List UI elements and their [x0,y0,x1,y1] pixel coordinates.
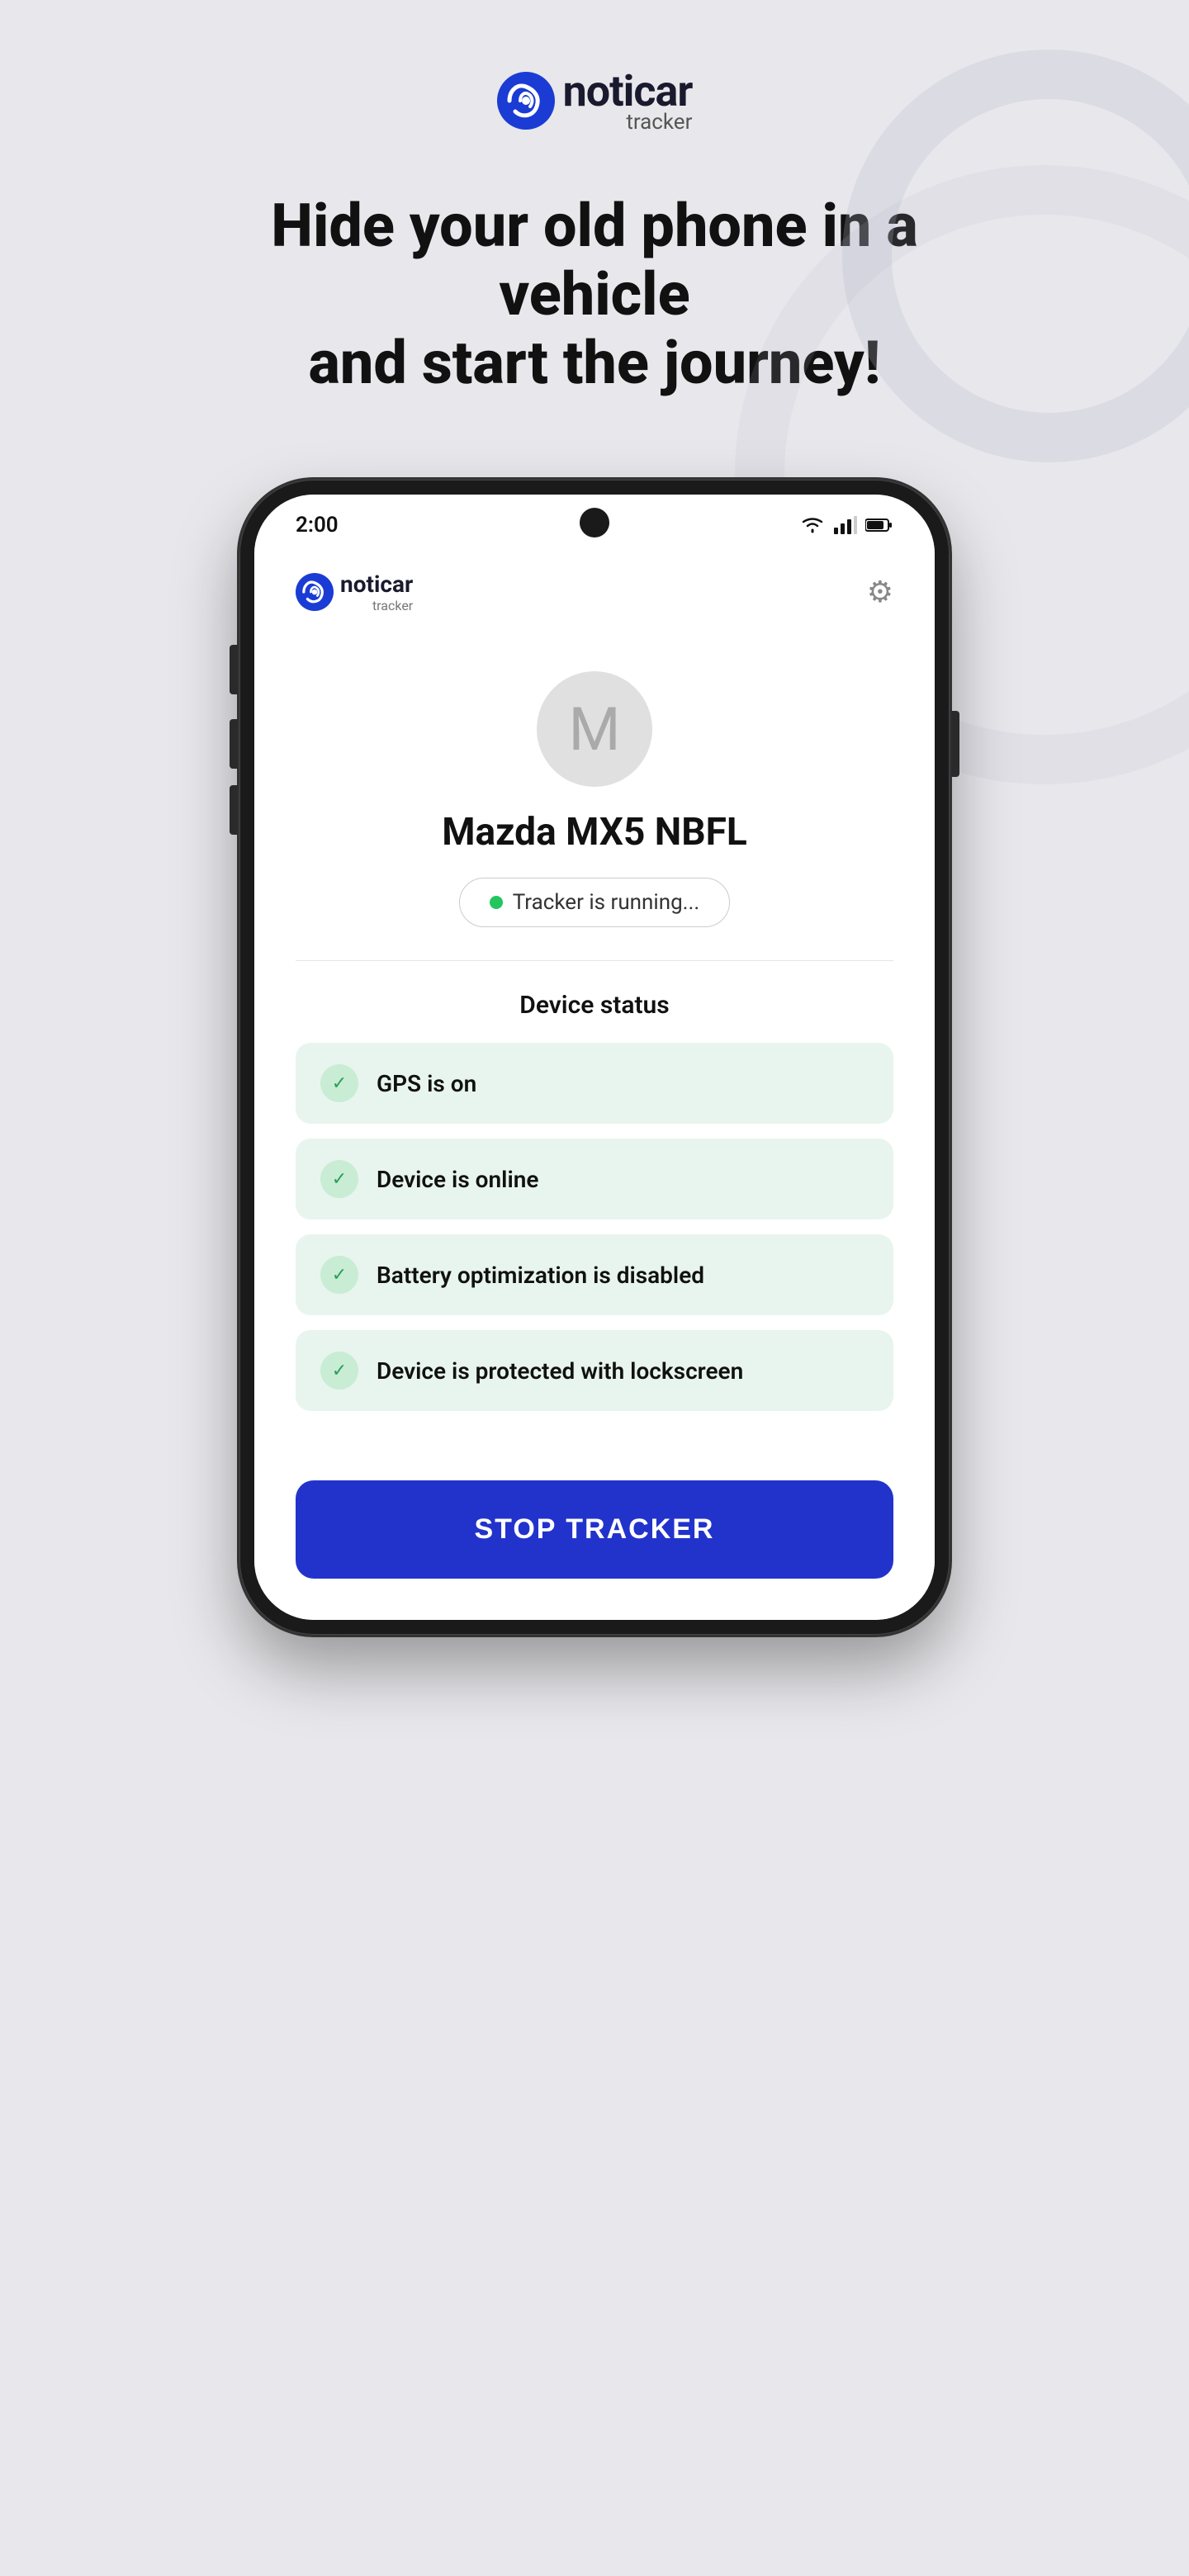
status-item-text-battery: Battery optimization is disabled [377,1262,704,1289]
stop-section: STOP TRACKER [254,1451,935,1620]
status-item-online: ✓ Device is online [296,1139,893,1219]
noticar-logo-icon [497,72,555,130]
device-status-title: Device status [296,991,893,1020]
phone-mockup: 2:00 [239,480,950,1635]
top-logo-brand: noticar [563,66,693,116]
app-header: noticar tracker ⚙ [254,546,935,638]
status-time: 2:00 [296,513,339,537]
status-check-online: ✓ [320,1160,358,1198]
signal-icon [834,516,857,534]
status-item-lockscreen: ✓ Device is protected with lockscreen [296,1330,893,1411]
top-logo-sub: tracker [626,110,692,135]
top-logo: noticar tracker [497,66,693,135]
battery-icon [865,518,893,533]
stop-tracker-button[interactable]: STOP TRACKER [296,1480,893,1579]
tracker-status-badge: Tracker is running... [459,878,730,927]
status-item-text-online: Device is online [377,1166,538,1193]
wifi-icon [799,515,826,535]
status-item-battery: ✓ Battery optimization is disabled [296,1234,893,1315]
camera-notch [580,508,609,537]
tracker-status-text: Tracker is running... [513,890,699,915]
settings-icon[interactable]: ⚙ [867,575,893,609]
vehicle-avatar: M [537,671,652,787]
status-icons [799,515,893,535]
headline: Hide your old phone in a vehicle and sta… [99,192,1090,397]
status-item-gps: ✓ GPS is on [296,1043,893,1124]
device-status-section: Device status ✓ GPS is on ✓ Device is on… [254,961,935,1451]
tracker-running-dot [490,896,503,909]
status-item-text-lockscreen: Device is protected with lockscreen [377,1357,743,1385]
app-logo-icon [296,573,334,611]
vehicle-section: M Mazda MX5 NBFL Tracker is running... [254,638,935,960]
app-logo-small: noticar tracker [296,571,413,613]
app-logo-text: noticar tracker [340,571,413,613]
status-check-lockscreen: ✓ [320,1352,358,1390]
status-check-battery: ✓ [320,1256,358,1294]
phone-frame: 2:00 [239,480,950,1635]
status-item-text-gps: GPS is on [377,1070,476,1097]
status-bar: 2:00 [254,495,935,546]
phone-screen: 2:00 [254,495,935,1620]
vehicle-name: Mazda MX5 NBFL [442,810,747,855]
status-check-gps: ✓ [320,1064,358,1102]
